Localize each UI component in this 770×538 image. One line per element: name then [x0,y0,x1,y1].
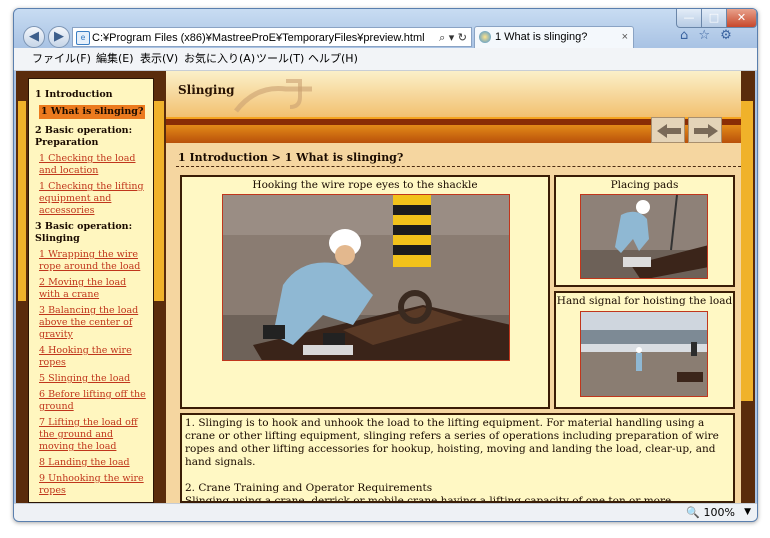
next-page-button[interactable] [688,117,722,143]
sidebar-section-title: 3 Basic operation: Slinging [35,221,133,244]
arrow-right-icon: ▶ [54,29,64,44]
paragraph-2-body: Slinging using a crane, derrick or mobil… [185,495,672,503]
menu-file[interactable]: ファイル(F) [32,48,91,69]
sidebar-accent-left [18,101,26,301]
status-bar: 🔍 100% ▼ [14,503,757,521]
sidebar-item-active[interactable]: 1 What is slinging? [39,105,146,119]
ie-tab-icon [479,31,491,43]
address-bar[interactable]: e C:¥Program Files (x86)¥MastreeProE¥Tem… [72,27,472,47]
photo-hooking-shackle [222,194,510,361]
photo-image [581,195,707,278]
arrow-left-icon [657,124,681,138]
sidebar-nav[interactable]: 1 Introduction 1 What is slinging? 2 Bas… [28,78,154,503]
forward-button[interactable]: ▶ [48,26,70,48]
photo-panel-large: Hooking the wire rope eyes to the shackl… [180,175,550,409]
close-window-button[interactable]: ✕ [726,9,757,28]
paragraph-1: 1. Slinging is to hook and unhook the lo… [185,417,719,468]
sidebar-item[interactable]: 4 Hooking the wire ropes [39,345,149,369]
photo-placing-pads [580,194,708,279]
tab-active[interactable]: 1 What is slinging? × [474,26,634,48]
prev-page-button[interactable] [651,117,685,143]
sidebar-item[interactable]: 1 Wrapping the wire rope around the load [39,249,149,273]
arrow-right-icon [694,124,718,138]
back-button[interactable]: ◀ [23,26,45,48]
main-area: Slinging 1 Introduction > 1 What is slin… [166,71,755,503]
page-icon: e [76,31,90,45]
sidebar-item[interactable]: 6 Before lifting off the ground [39,389,149,413]
address-tools[interactable]: ⌕ ▾ ↻ [439,28,467,48]
photo-caption: Hand signal for hoisting the load [556,295,733,307]
toolbar-icons[interactable]: ⌂ ☆ ⚙ [680,28,735,43]
breadcrumb: 1 Introduction > 1 What is slinging? [178,151,404,164]
sidebar-item[interactable]: 3 Balancing the load above the center of… [39,305,149,341]
page-header: Slinging [166,71,741,117]
right-frame-accent [741,101,753,401]
sidebar-item[interactable]: 2 Moving the load with a crane [39,277,149,301]
sidebar-item[interactable]: 1 Checking the load and location [39,153,149,177]
photo-caption: Placing pads [610,179,679,191]
divider [176,166,741,167]
zoom-dropdown-icon[interactable]: ▼ [744,504,751,521]
tab-close-icon[interactable]: × [622,27,628,48]
hook-logo-icon [234,79,312,113]
menu-edit[interactable]: 編集(E) [96,48,134,69]
page-content: 1 Introduction 1 What is slinging? 2 Bas… [16,71,755,503]
maximize-button[interactable]: □ [701,9,727,28]
tab-title: 1 What is slinging? [495,31,588,43]
sidebar-item[interactable]: 9 Unhooking the wire ropes [39,473,149,497]
sidebar-accent-right [154,101,164,301]
arrow-left-icon: ◀ [29,29,39,44]
sidebar-section-title: 1 Introduction [35,89,113,100]
sidebar-item[interactable]: 7 Lifting the load off the ground and mo… [39,417,149,453]
photo-caption: Hooking the wire rope eyes to the shackl… [252,179,478,191]
photo-image [581,312,707,396]
sidebar-item[interactable]: 8 Landing the load [39,457,149,469]
minimize-button[interactable]: — [676,9,702,28]
sidebar-item[interactable]: 5 Slinging the load [39,373,149,385]
sidebar-section-title: 2 Basic operation: Preparation [35,125,133,148]
menu-bar: ファイル(F) 編集(E) 表示(V) お気に入り(A) ツール(T) ヘルプ(… [14,48,757,71]
menu-tools[interactable]: ツール(T) [256,48,304,69]
paragraph-2-heading: 2. Crane Training and Operator Requireme… [185,482,433,494]
menu-help[interactable]: ヘルプ(H) [308,48,358,69]
photo-image [223,195,509,360]
photo-panel-bottom-right: Hand signal for hoisting the load [554,291,735,409]
address-url[interactable]: C:¥Program Files (x86)¥MastreeProE¥Tempo… [92,28,425,48]
sidebar-item[interactable]: 1 Checking the lifting equipment and acc… [39,181,149,217]
description-text: 1. Slinging is to hook and unhook the lo… [180,413,735,503]
menu-favorites[interactable]: お気に入り(A) [184,48,255,69]
browser-window: — □ ✕ ◀ ▶ e C:¥Program Files (x86)¥Mastr… [13,8,758,522]
sidebar-frame: 1 Introduction 1 What is slinging? 2 Bas… [16,71,166,503]
zoom-level[interactable]: 🔍 100% [686,504,735,521]
photo-hand-signal [580,311,708,397]
photo-panel-top-right: Placing pads [554,175,735,287]
menu-view[interactable]: 表示(V) [140,48,178,69]
title-bar: — □ ✕ ◀ ▶ e C:¥Program Files (x86)¥Mastr… [14,9,757,48]
